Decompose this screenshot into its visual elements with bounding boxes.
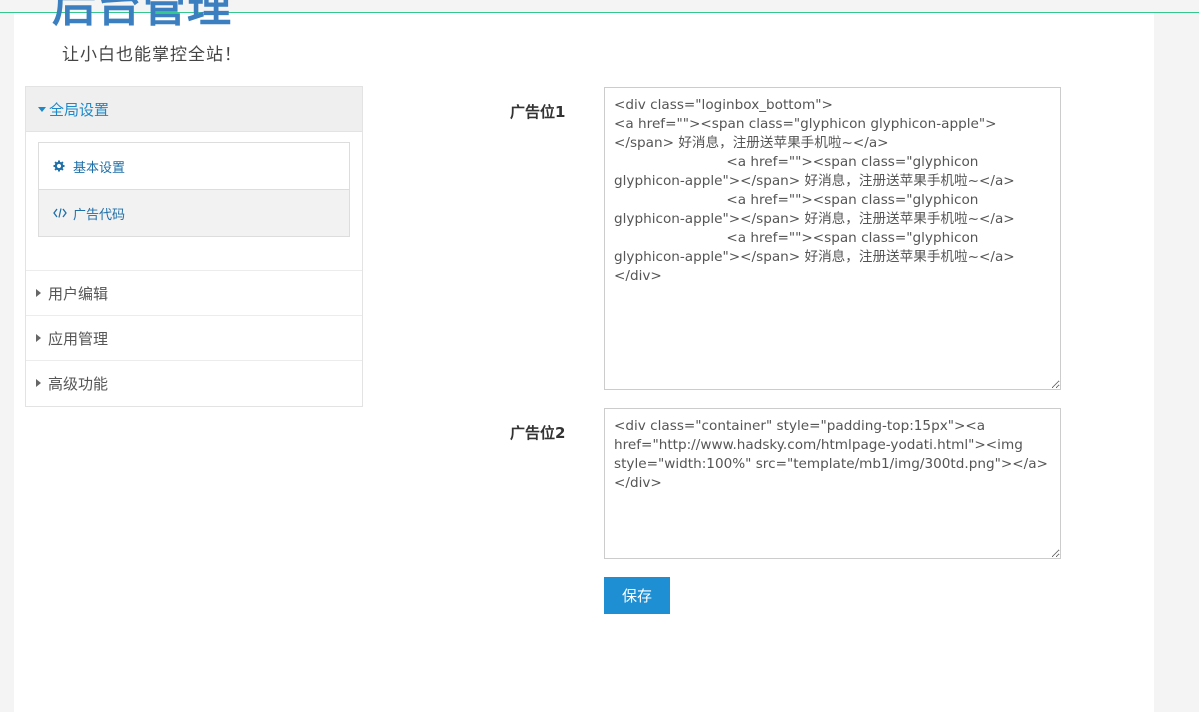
- ad-slot-2-label: 广告位2: [510, 424, 566, 442]
- logo: 后台管理 让小白也能掌控全站！: [52, 0, 252, 64]
- ad-slot-1-label: 广告位1: [510, 103, 566, 121]
- sidebar-item-label: 应用管理: [48, 329, 109, 348]
- sidebar-item-advanced[interactable]: 高级功能: [26, 360, 362, 405]
- code-icon: [53, 208, 69, 218]
- caret-right-icon: [36, 289, 41, 297]
- logo-title: 后台管理: [52, 0, 232, 32]
- sidebar-group-global-settings[interactable]: 全局设置: [26, 87, 362, 132]
- save-button[interactable]: 保存: [604, 577, 670, 614]
- sidebar-item-label: 用户编辑: [48, 284, 109, 303]
- caret-down-icon: [38, 106, 46, 112]
- sidebar-item-label: 广告代码: [73, 207, 126, 223]
- sidebar-item-app-management[interactable]: 应用管理: [26, 315, 362, 360]
- caret-right-icon: [36, 334, 41, 342]
- sidebar-group-label: 全局设置: [49, 100, 110, 119]
- logo-slogan: 让小白也能掌控全站！: [62, 45, 242, 64]
- caret-right-icon: [36, 379, 41, 387]
- ad-slot-2-textarea[interactable]: <div class="container" style="padding-to…: [604, 408, 1061, 559]
- sidebar-item-user-edit[interactable]: 用户编辑: [26, 270, 362, 315]
- sidebar-item-label: 基本设置: [73, 160, 126, 176]
- sidebar-item-ad-code[interactable]: 广告代码: [39, 189, 349, 236]
- sidebar-item-basic-settings[interactable]: 基本设置: [39, 143, 349, 189]
- gear-icon: [53, 160, 69, 172]
- submenu: 基本设置 广告代码: [38, 142, 350, 237]
- ad-slot-1-textarea[interactable]: <div class="loginbox_bottom"> <a href=""…: [604, 87, 1061, 390]
- sidebar-item-label: 高级功能: [48, 374, 109, 393]
- sidebar: 全局设置 基本设置 广告代码 用户编辑 应用管理 高级功能: [25, 86, 363, 407]
